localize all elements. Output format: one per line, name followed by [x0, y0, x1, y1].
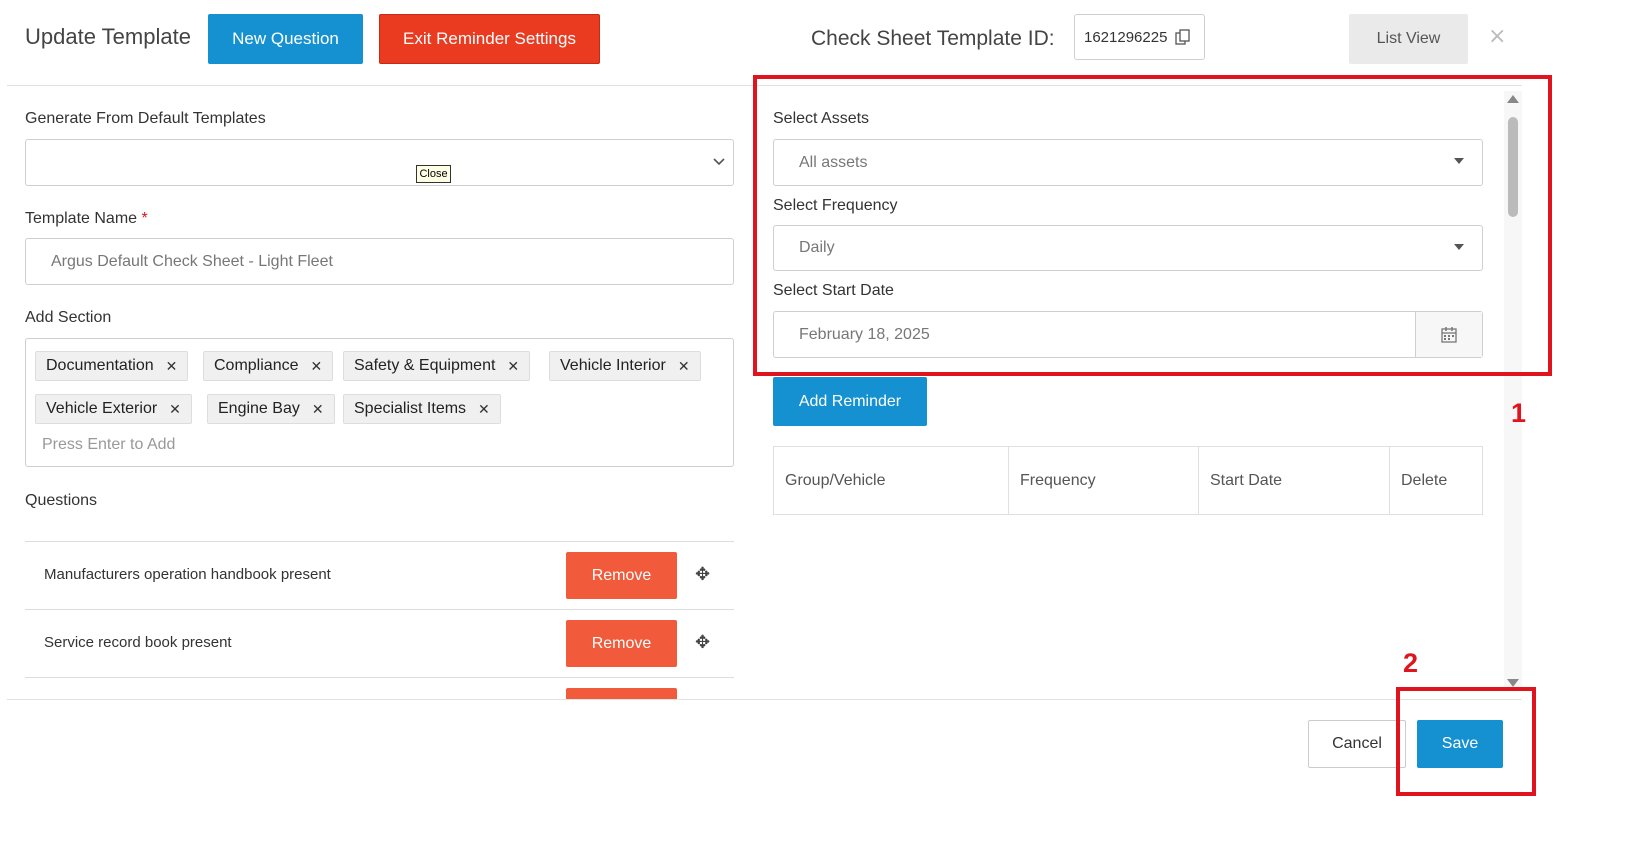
template-name-label-text: Template Name: [25, 210, 138, 227]
new-question-button[interactable]: New Question: [208, 14, 363, 64]
section-tag-label: Specialist Items: [354, 400, 467, 417]
question-row: Service record book present Remove ✥: [25, 609, 734, 677]
table-header-row: Group/Vehicle Frequency Start Date Delet…: [773, 446, 1483, 515]
remove-button[interactable]: Remove: [566, 552, 677, 599]
footer-divider: [7, 699, 1522, 700]
move-icon[interactable]: ✥: [695, 632, 710, 653]
section-tag: Engine Bay ✕: [207, 394, 335, 424]
section-tag-label: Vehicle Exterior: [46, 400, 158, 417]
highlight-box-reminder: [753, 75, 1552, 376]
questions-label: Questions: [25, 492, 98, 509]
section-tag-label: Documentation: [46, 357, 154, 374]
annotation-number: 1: [1511, 398, 1527, 428]
close-icon[interactable]: ✕: [478, 401, 490, 418]
template-name-label: Template Name *: [25, 210, 148, 228]
template-id-field[interactable]: 1621296225: [1074, 14, 1205, 60]
annotation-number: 2: [1403, 648, 1419, 678]
reminders-table: Group/Vehicle Frequency Start Date Delet…: [773, 446, 1483, 515]
section-tag-label: Safety & Equipment: [354, 357, 496, 374]
section-tag: Vehicle Exterior ✕: [35, 394, 192, 424]
section-tag: Vehicle Interior ✕: [549, 351, 701, 381]
list-view-button[interactable]: List View: [1349, 14, 1468, 64]
section-tag: Documentation ✕: [35, 351, 189, 381]
close-icon[interactable]: ✕: [310, 358, 322, 375]
chevron-down-icon: [713, 154, 725, 172]
close-icon[interactable]: ✕: [312, 401, 324, 418]
section-tag: Specialist Items ✕: [343, 394, 501, 424]
add-reminder-button[interactable]: Add Reminder: [773, 377, 927, 426]
question-row-partial: [25, 677, 734, 699]
template-id-value: 1621296225: [1084, 28, 1168, 46]
generate-template-select[interactable]: [25, 139, 734, 186]
highlight-box-save: [1396, 687, 1536, 796]
section-tags-input[interactable]: Documentation ✕ Compliance ✕ Safety & Equi…: [25, 338, 734, 467]
exit-reminder-settings-button[interactable]: Exit Reminder Settings: [379, 14, 600, 64]
close-icon[interactable]: ×: [1488, 24, 1506, 49]
close-icon[interactable]: ✕: [507, 358, 519, 375]
table-header: Frequency: [1008, 446, 1199, 515]
section-tag-label: Engine Bay: [218, 400, 300, 417]
section-tag: Safety & Equipment ✕: [343, 351, 531, 381]
close-icon[interactable]: ✕: [166, 358, 178, 375]
required-mark: *: [141, 210, 148, 227]
section-tag: Compliance ✕: [203, 351, 334, 381]
question-text: Manufacturers operation handbook present: [44, 566, 331, 583]
table-header: Start Date: [1198, 446, 1390, 515]
remove-button-partial[interactable]: [566, 688, 677, 699]
add-section-label: Add Section: [25, 309, 112, 326]
table-header: Group/Vehicle: [773, 446, 1009, 515]
cancel-button[interactable]: Cancel: [1308, 720, 1406, 768]
template-name-input[interactable]: Argus Default Check Sheet - Light Fleet: [25, 238, 734, 285]
add-section-placeholder: Press Enter to Add: [42, 436, 176, 453]
close-icon[interactable]: ✕: [169, 401, 181, 418]
close-icon[interactable]: ✕: [678, 358, 690, 375]
move-icon[interactable]: ✥: [695, 564, 710, 585]
page-title: Update Template: [25, 24, 191, 49]
close-tooltip: Close: [416, 165, 451, 183]
section-tag-label: Compliance: [214, 357, 299, 374]
remove-button[interactable]: Remove: [566, 620, 677, 667]
question-text: Service record book present: [44, 634, 232, 651]
generate-label: Generate From Default Templates: [25, 110, 266, 127]
copy-icon[interactable]: [1175, 29, 1191, 45]
table-header: Delete: [1389, 446, 1483, 515]
scroll-down-arrow[interactable]: [1507, 679, 1519, 687]
template-id-label: Check Sheet Template ID:: [811, 27, 1055, 50]
question-row: Manufacturers operation handbook present…: [25, 541, 734, 609]
section-tag-label: Vehicle Interior: [560, 357, 666, 374]
